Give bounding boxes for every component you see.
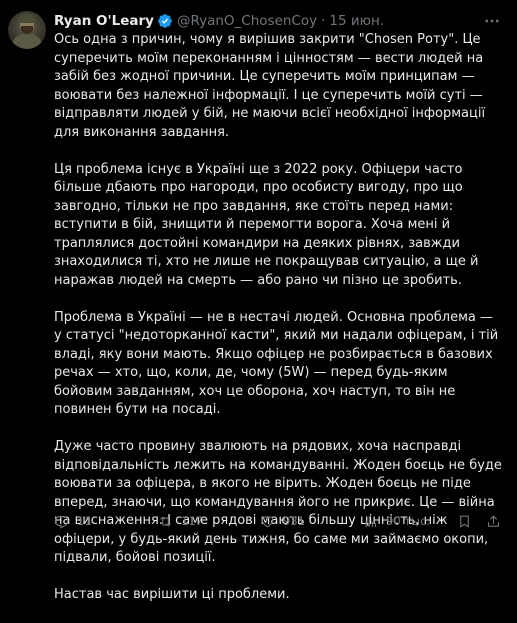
tweet-paragraph: Ось одна з причин, чому я вирішив закрит… [54, 32, 486, 140]
avatar-beard [21, 26, 33, 34]
retweet-count: 117 [181, 514, 203, 528]
heart-icon [261, 515, 274, 527]
tweet-paragraph: Настав час вирішити ці проблеми. [54, 587, 290, 602]
author-name[interactable]: Ryan O'Leary [54, 13, 154, 29]
share-button[interactable] [486, 511, 501, 531]
reply-count: 11 [77, 514, 92, 528]
views-button[interactable]: 90 тыс. [363, 511, 430, 531]
tweet[interactable]: Ryan O'Leary @RyanO_ChosenCoy · 15 июн. … [0, 0, 517, 602]
avatar-helmet [18, 14, 36, 23]
tweet-header: Ryan O'Leary @RyanO_ChosenCoy · 15 июн. [54, 11, 384, 31]
tweet-paragraph: Ця проблема існує в Україні ще з 2022 ро… [54, 161, 479, 288]
retweet-icon [160, 516, 171, 526]
bookmark-button[interactable] [457, 511, 472, 531]
tweet-paragraph: Дуже часто провину звалюють на рядових, … [54, 439, 502, 565]
tweet-paragraph: Проблема в Україні — не в нестачі людей.… [54, 309, 499, 418]
avatar-body [12, 34, 42, 49]
reply-icon [54, 515, 69, 529]
retweet-button[interactable]: 117 [158, 511, 203, 531]
tweet-date[interactable]: 15 июн. [329, 13, 384, 29]
more-horizontal-icon[interactable] [481, 11, 503, 31]
avatar[interactable] [8, 11, 46, 49]
views-chart-icon [365, 515, 377, 527]
action-bar: 11 117 931 90 тыс. [54, 511, 504, 531]
share-icon [487, 515, 500, 527]
reply-button[interactable]: 11 [54, 511, 92, 531]
like-button[interactable]: 931 [260, 511, 305, 531]
views-count: 90 тыс. [386, 514, 431, 528]
author-handle[interactable]: @RyanO_ChosenCoy [177, 13, 317, 29]
separator-dot: · [321, 13, 326, 29]
tweet-text: Ось одна з причин, чому я вирішив закрит… [54, 31, 502, 623]
verified-badge-icon [157, 13, 173, 29]
like-count: 931 [283, 514, 305, 528]
bookmark-icon [460, 515, 469, 527]
